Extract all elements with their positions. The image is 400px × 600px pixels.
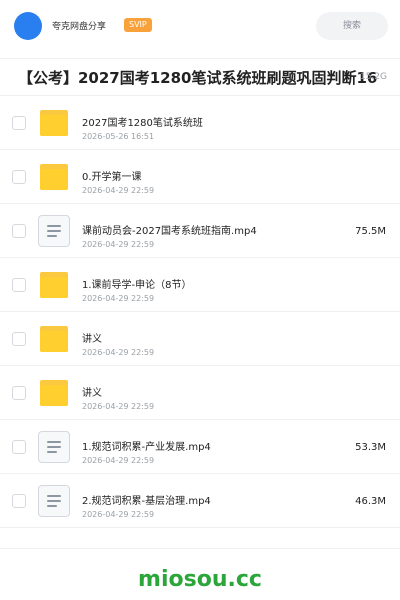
watermark: miosou.cc <box>138 567 262 592</box>
list-item[interactable]: 2.规范词积累-基层治理.mp4 2026-04-29 22:59 46.3M <box>0 474 400 528</box>
search-input[interactable]: 搜索 <box>316 12 388 40</box>
file-date: 2026-04-29 22:59 <box>82 402 155 411</box>
avatar[interactable] <box>14 12 42 40</box>
checkbox[interactable] <box>12 386 26 400</box>
svip-badge: SVIP <box>124 18 152 32</box>
list-item[interactable]: 2027国考1280笔试系统班 2026-05-26 16:51 <box>0 96 400 150</box>
header: 夸克网盘分享 SVIP 搜索 <box>0 0 400 52</box>
file-date: 2026-04-29 22:59 <box>82 456 155 465</box>
file-size: 53.3M <box>355 442 386 453</box>
file-name[interactable]: 0.开学第一课 <box>82 168 142 183</box>
file-name[interactable]: 2027国考1280笔试系统班 <box>82 114 203 129</box>
checkbox[interactable] <box>12 440 26 454</box>
checkbox[interactable] <box>12 332 26 346</box>
list-item[interactable]: 0.开学第一课 2026-04-29 22:59 <box>0 150 400 204</box>
list-item[interactable]: 讲义 2026-04-29 22:59 <box>0 366 400 420</box>
checkbox[interactable] <box>12 224 26 238</box>
file-date: 2026-04-29 22:59 <box>82 348 155 357</box>
file-size: 46.3M <box>355 496 386 507</box>
total-size: 15.2G <box>359 72 387 82</box>
file-date: 2026-04-29 22:59 <box>82 186 155 195</box>
file-name[interactable]: 1.课前导学-申论（8节） <box>82 276 192 291</box>
list-item[interactable]: 1.规范词积累-产业发展.mp4 2026-04-29 22:59 53.3M <box>0 420 400 474</box>
page-title: 【公考】2027国考1280笔试系统班刷题巩固判断16 <box>18 69 378 87</box>
file-size: 75.5M <box>355 226 386 237</box>
list-item[interactable]: 1.课前导学-申论（8节） 2026-04-29 22:59 <box>0 258 400 312</box>
app-name: 夸克网盘分享 <box>52 22 107 32</box>
file-date: 2026-04-29 22:59 <box>82 240 155 249</box>
folder-icon <box>38 270 70 300</box>
file-date: 2026-04-29 22:59 <box>82 510 155 519</box>
footer: miosou.cc <box>0 548 400 600</box>
file-date: 2026-04-29 22:59 <box>82 294 155 303</box>
folder-icon <box>38 108 70 138</box>
document-icon <box>38 431 70 463</box>
checkbox[interactable] <box>12 170 26 184</box>
file-name[interactable]: 讲义 <box>82 330 102 345</box>
checkbox[interactable] <box>12 494 26 508</box>
document-icon <box>38 215 70 247</box>
share-title-bar: 【公考】2027国考1280笔试系统班刷题巩固判断16 15.2G <box>0 58 400 96</box>
file-list: 2027国考1280笔试系统班 2026-05-26 16:51 0.开学第一课 20… <box>0 96 400 528</box>
file-date: 2026-05-26 16:51 <box>82 132 155 141</box>
file-name[interactable]: 2.规范词积累-基层治理.mp4 <box>82 492 211 507</box>
checkbox[interactable] <box>12 116 26 130</box>
folder-icon <box>38 378 70 408</box>
folder-icon <box>38 162 70 192</box>
file-name[interactable]: 讲义 <box>82 384 102 399</box>
list-item[interactable]: 讲义 2026-04-29 22:59 <box>0 312 400 366</box>
checkbox[interactable] <box>12 278 26 292</box>
list-item[interactable]: 课前动员会-2027国考系统班指南.mp4 2026-04-29 22:59 75.… <box>0 204 400 258</box>
file-name[interactable]: 1.规范词积累-产业发展.mp4 <box>82 438 211 453</box>
document-icon <box>38 485 70 517</box>
folder-icon <box>38 324 70 354</box>
file-name[interactable]: 课前动员会-2027国考系统班指南.mp4 <box>82 222 257 237</box>
